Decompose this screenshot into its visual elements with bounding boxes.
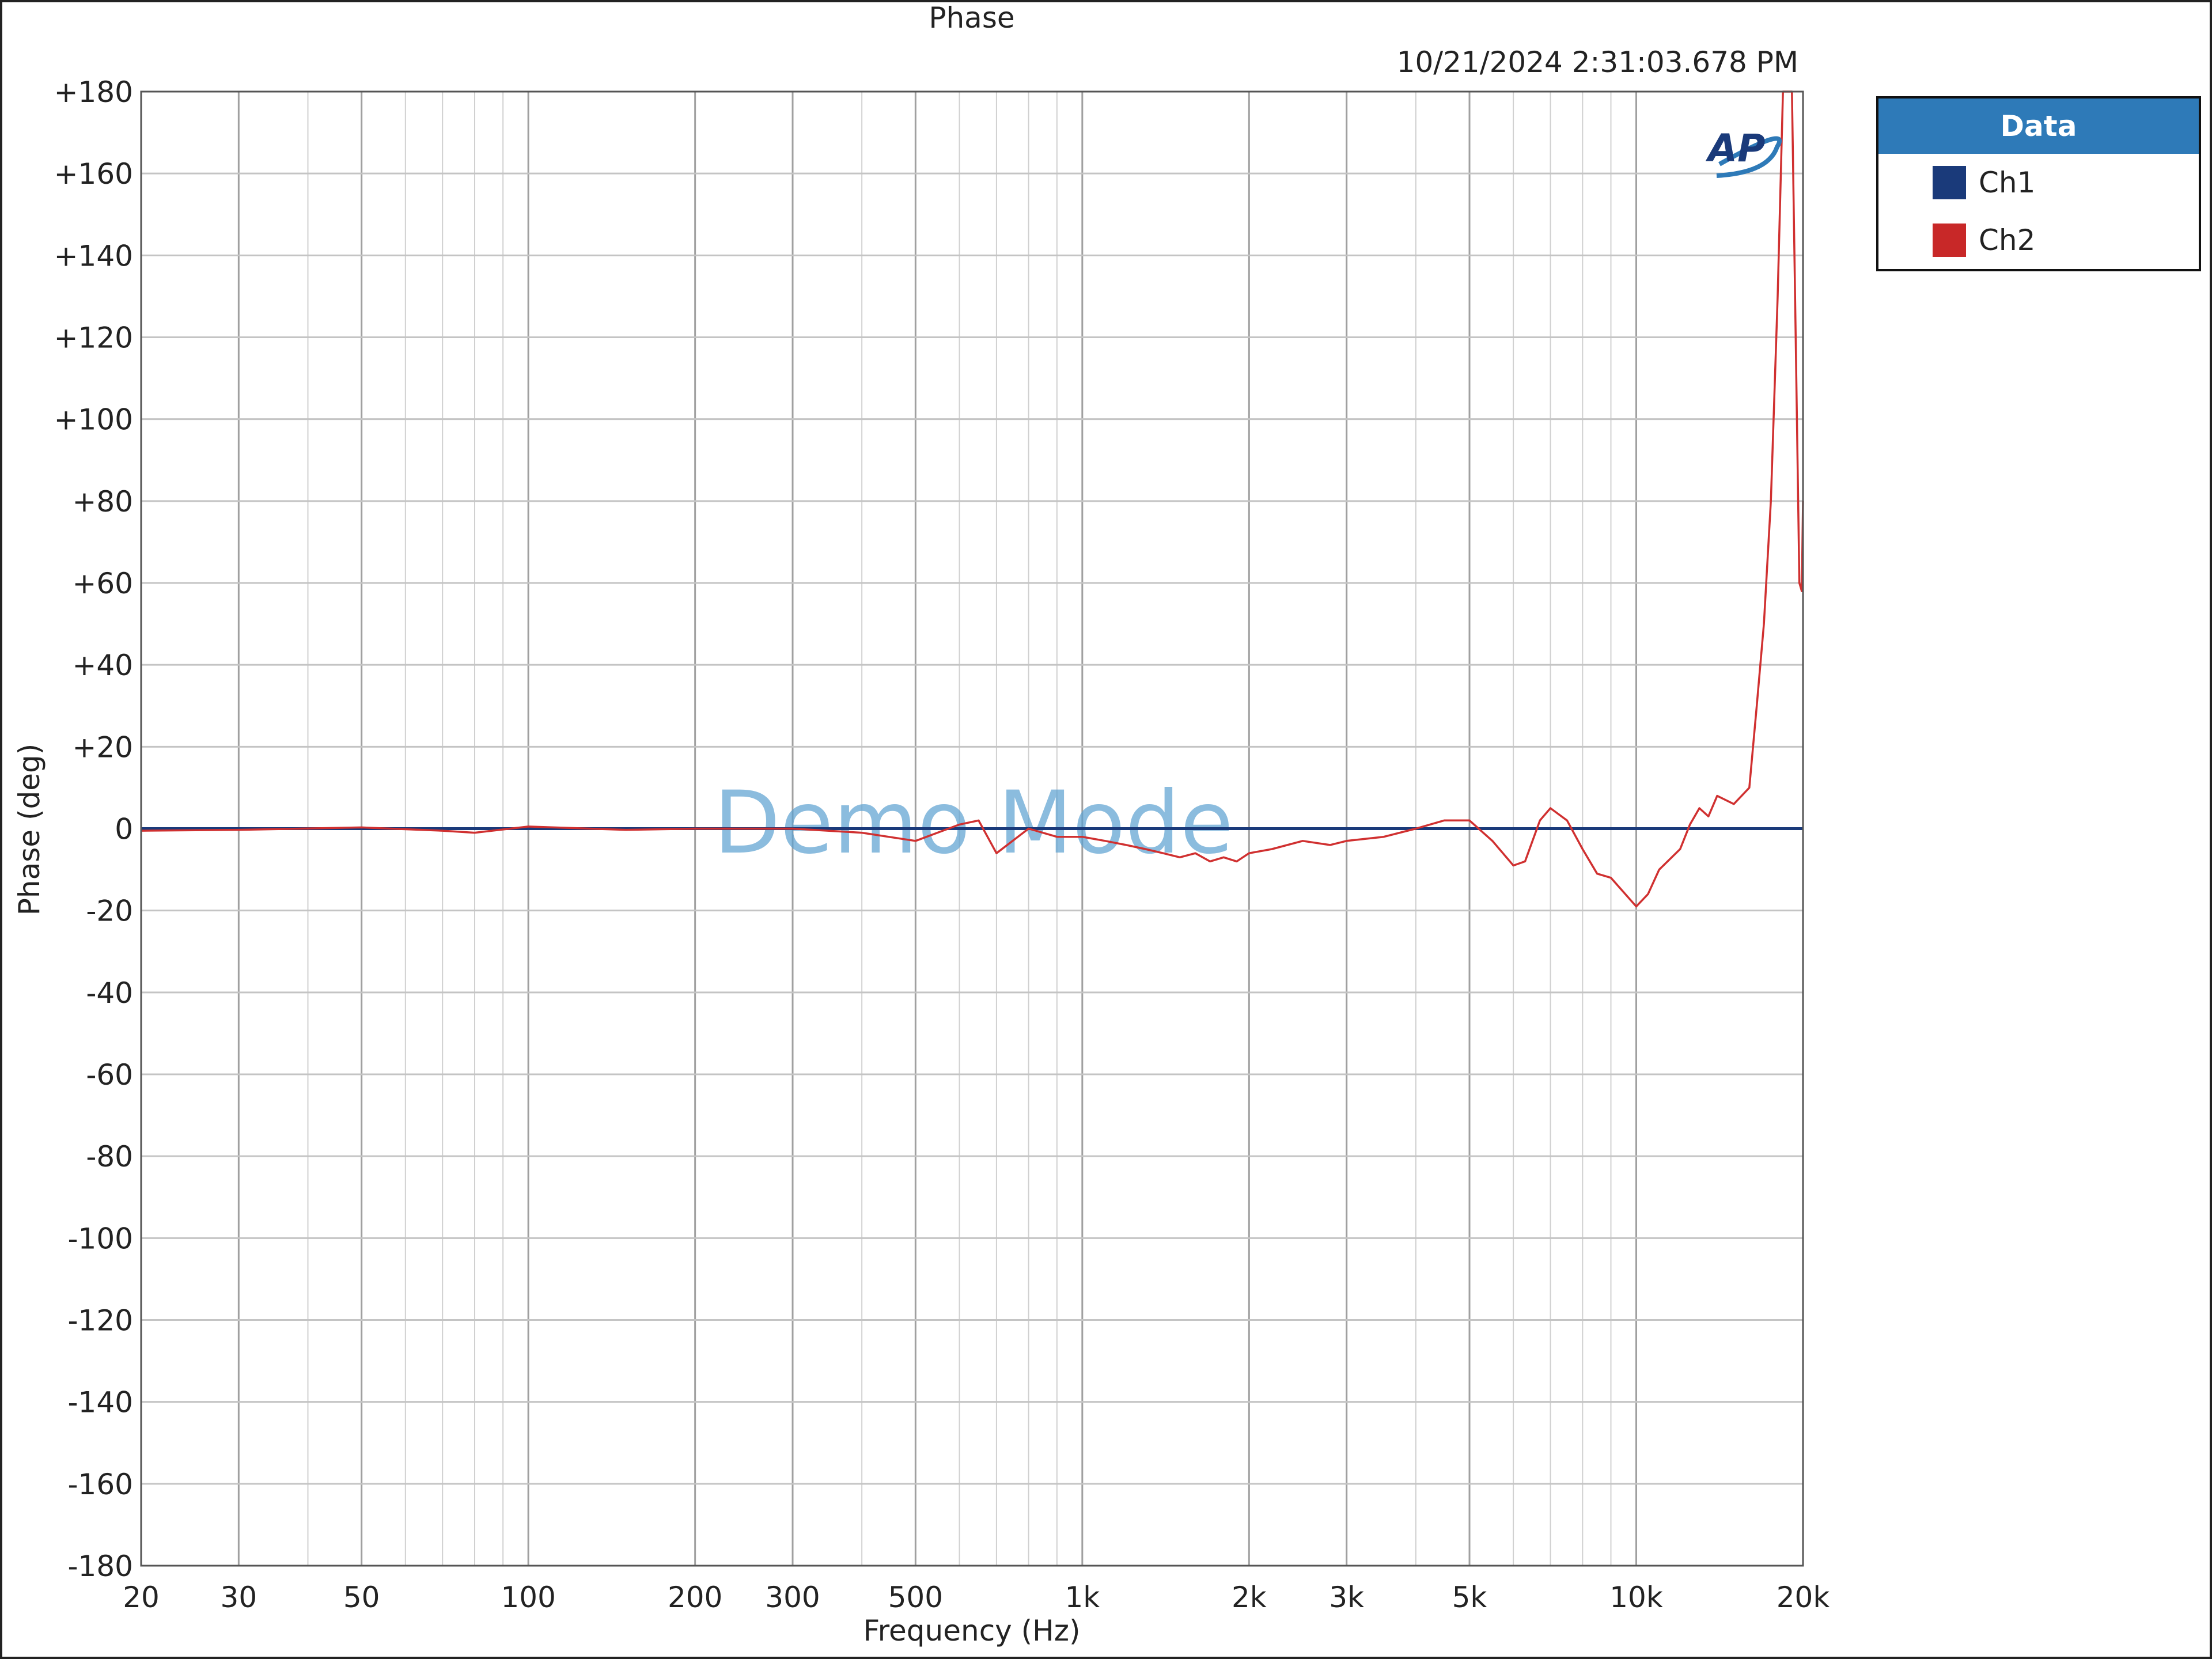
y-tick-label: +80 [72,485,133,518]
y-tick-label: -40 [86,976,133,1010]
y-tick-label: +20 [72,730,133,764]
ch1-swatch [1933,166,1966,199]
y-tick-label: +120 [54,321,133,355]
legend-label: Ch2 [1979,224,2036,257]
y-tick-label: -60 [86,1058,133,1092]
y-tick-label: +140 [54,239,133,272]
y-tick-label: -160 [68,1468,133,1501]
x-tick-label: 2k [1232,1581,1267,1614]
y-tick-label: -140 [68,1386,133,1419]
y-tick-label: +160 [54,157,133,191]
x-tick-label: 1k [1065,1581,1100,1614]
x-tick-label: 30 [221,1581,257,1614]
timestamp: 10/21/2024 2:31:03.678 PM [1397,46,1798,79]
y-tick-label: -20 [86,895,133,928]
legend-item-ch1[interactable]: Ch1 [1878,154,2199,211]
ch2-swatch [1933,224,1966,257]
ap-logo: AP [1705,126,1782,178]
watermark: Demo Mode [714,773,1233,873]
legend: Data Ch1 Ch2 [1876,96,2201,271]
y-tick-label: +60 [72,567,133,600]
x-tick-label: 5k [1452,1581,1487,1614]
legend-item-ch2[interactable]: Ch2 [1878,211,2199,269]
y-tick-label: +180 [54,75,133,109]
y-tick-label: +100 [54,403,133,437]
chart-title: Phase [929,1,1014,35]
x-tick-label: 500 [888,1581,943,1614]
legend-title: Data [1878,99,2199,154]
x-tick-label: 20k [1777,1581,1830,1614]
legend-label: Ch1 [1979,166,2036,199]
x-tick-label: 50 [343,1581,380,1614]
y-tick-label: -180 [68,1550,133,1583]
ap-logo-text: AP [1705,126,1765,171]
x-tick-label: 200 [668,1581,722,1614]
y-tick-label: +40 [72,649,133,682]
y-axis-label: Phase (deg) [13,744,46,915]
x-tick-label: 100 [501,1581,555,1614]
x-tick-label: 3k [1329,1581,1364,1614]
y-tick-label: -100 [68,1222,133,1255]
y-tick-label: -120 [68,1304,133,1338]
x-tick-label: 10k [1609,1581,1663,1614]
x-tick-label: 300 [765,1581,820,1614]
y-tick-label: 0 [115,813,133,846]
x-tick-label: 20 [123,1581,160,1614]
x-axis-label: Frequency (Hz) [863,1614,1080,1647]
y-tick-label: -80 [86,1140,133,1173]
